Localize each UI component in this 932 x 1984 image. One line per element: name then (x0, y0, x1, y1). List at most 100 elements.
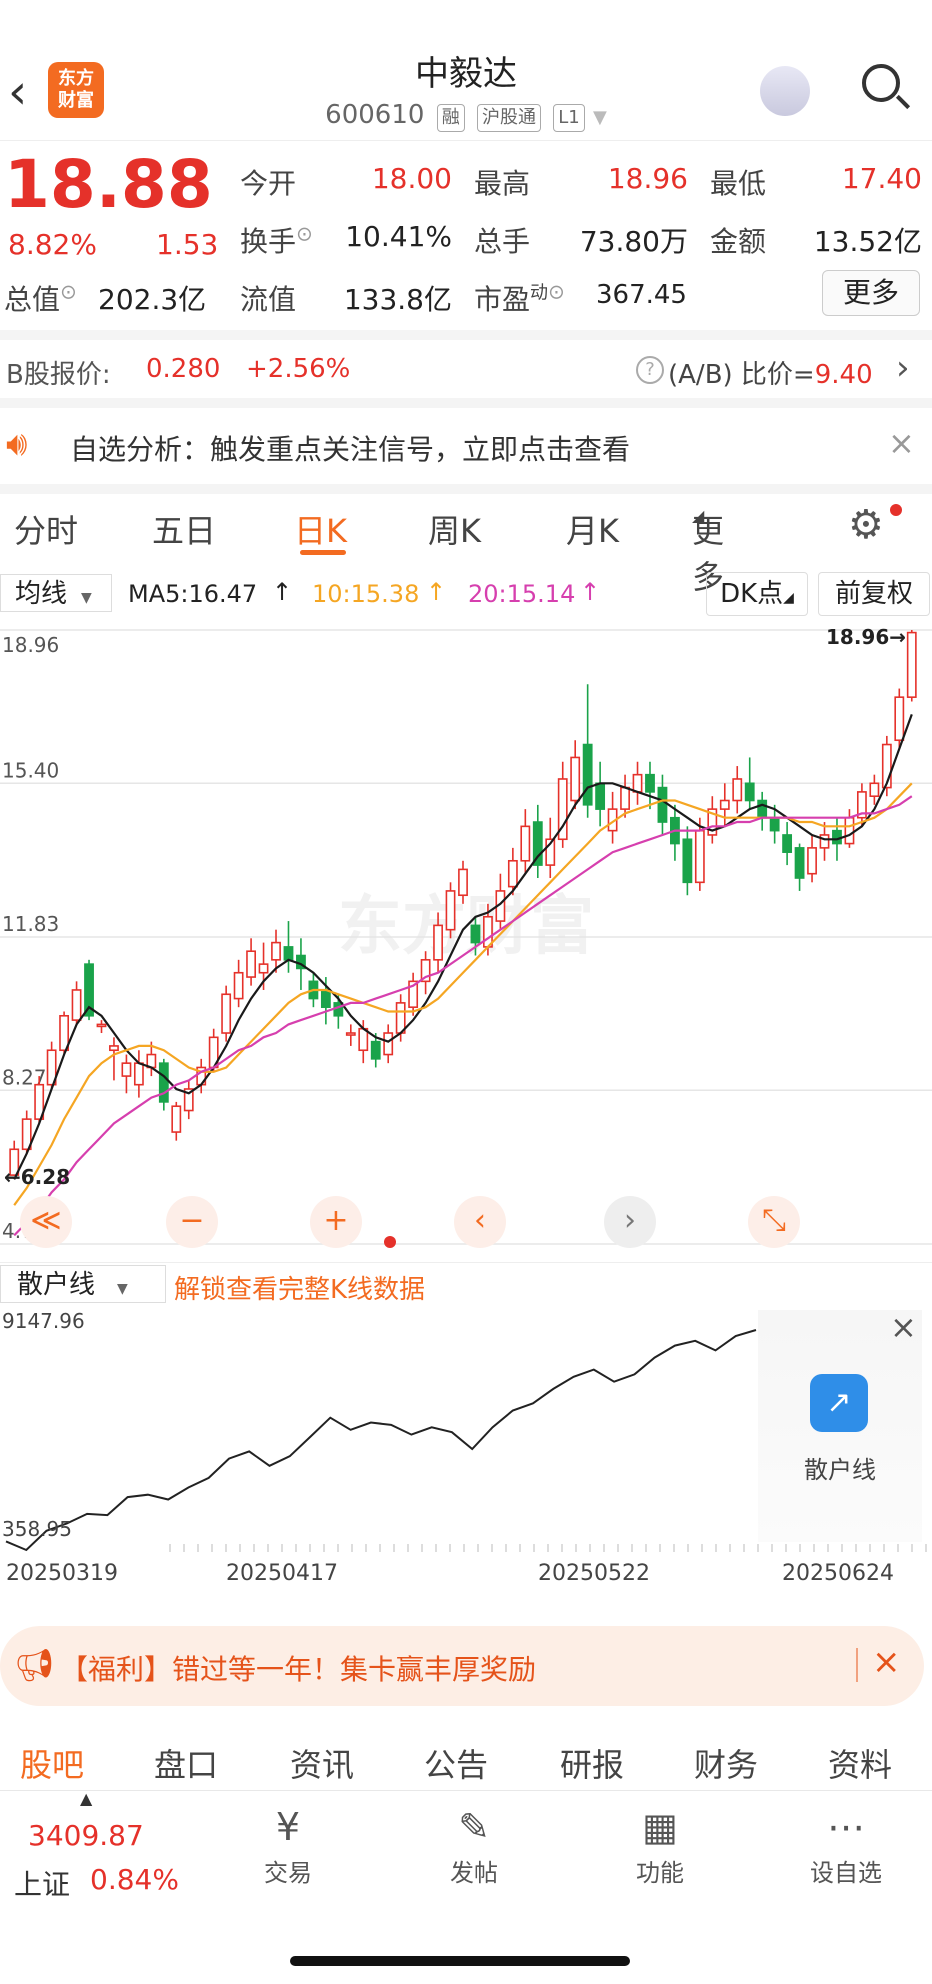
tab-forum[interactable]: 股吧 (20, 1740, 84, 1786)
candle-body (370, 1040, 381, 1060)
candle-body (520, 825, 531, 862)
zoom-in-icon[interactable]: + (310, 1196, 362, 1248)
close-icon[interactable]: × (890, 1308, 917, 1346)
dropdown-icon[interactable]: ▼ (593, 107, 607, 128)
subchart-selector[interactable]: 散户线 ▼ (0, 1265, 166, 1303)
divider (0, 398, 932, 408)
ma-selector[interactable]: 均线 ▼ (0, 574, 112, 612)
tab-monthly-k[interactable]: 月K (566, 506, 619, 552)
candle-body (433, 924, 443, 961)
indicator-bar: 均线 ▼ MA5:16.47 ↑ 10:15.38 ↑ 20:15.14 ↑ DK… (0, 572, 932, 616)
kline-chart[interactable]: 东方财富18.9615.4011.838.274.7018.96→←6.28 (0, 618, 932, 1258)
index-change: 0.84% (90, 1863, 179, 1896)
ma5-legend: MA5:16.47 (128, 580, 258, 608)
candle-body (246, 950, 256, 978)
tab-five-day[interactable]: 五日 (152, 506, 216, 552)
robot-avatar-icon[interactable] (760, 66, 810, 116)
candle-body (233, 971, 244, 1000)
help-icon[interactable]: ? (636, 356, 664, 384)
header: ‹ 东方 财富 中毅达 600610 融 沪股通 L1 ▼ (0, 0, 932, 141)
retail-line-icon: ↗ (810, 1374, 868, 1432)
tab-intraday[interactable]: 分时 (14, 506, 78, 552)
nav-functions[interactable]: ▦ 功能 (590, 1805, 730, 1888)
info-icon[interactable]: ⊙ (60, 280, 77, 304)
tab-weekly-k[interactable]: 周K (428, 506, 481, 552)
nav-post[interactable]: ✎ 发帖 (404, 1805, 544, 1888)
candle-body (869, 782, 880, 798)
info-icon[interactable]: ⊙ (296, 222, 313, 246)
stock-code: 600610 (325, 100, 425, 130)
chevron-left-icon[interactable]: ‹ (454, 1196, 506, 1248)
yen-cycle-icon: ¥ (275, 1805, 301, 1849)
notice-bar[interactable]: 🔊︎ 自选分析：触发重点关注信号，立即点击查看 × (0, 408, 932, 485)
banner-text: 【福利】错过等一年！集卡赢丰厚奖励 (60, 1653, 537, 1686)
tab-announcements[interactable]: 公告 (424, 1740, 488, 1786)
dk-point-label: DK点 (720, 579, 784, 609)
candle-body (657, 786, 668, 823)
index-value[interactable]: 3409.87 (28, 1819, 144, 1852)
ab-ratio-value: 9.40 (814, 360, 873, 390)
candle-body (757, 799, 768, 819)
candle-body (383, 1032, 394, 1056)
nav-post-label: 发帖 (450, 1859, 498, 1887)
nav-add-watchlist[interactable]: ⋯ 设自选 (776, 1805, 916, 1888)
subchart-promo[interactable]: × ↗ 散户线 (758, 1308, 922, 1542)
tab-financials[interactable]: 财务 (694, 1740, 758, 1786)
market-cap-label: 总值⊙ (4, 278, 77, 318)
dk-point-button[interactable]: DK点◢ (706, 572, 808, 616)
tab-orderbook[interactable]: 盘口 (154, 1740, 218, 1786)
candle-body (158, 1062, 169, 1103)
grid-icon: ▦ (642, 1805, 678, 1849)
candle-body (645, 773, 655, 793)
ab-ratio: (A/B) 比价=9.40 (668, 354, 873, 391)
speaker-icon: 🔊︎ (6, 424, 28, 464)
candle-body (458, 868, 468, 897)
candle-body (844, 816, 855, 845)
tab-daily-k[interactable]: 日K (294, 506, 347, 552)
chevron-right-icon[interactable]: › (896, 348, 910, 388)
first-page-icon[interactable]: ≪ (20, 1196, 72, 1248)
bshare-price: 0.280 (146, 354, 221, 384)
subchart-selector-label: 散户线 (17, 1270, 96, 1300)
divider (0, 484, 932, 494)
low-annotation: ←6.28 (4, 1165, 70, 1189)
promo-banner[interactable]: 📢︎ 【福利】错过等一年！集卡赢丰厚奖励 × (0, 1626, 924, 1706)
banner-separator (856, 1648, 858, 1682)
home-indicator (290, 1956, 630, 1966)
close-icon[interactable]: × (888, 424, 915, 462)
unlock-link[interactable]: 解锁查看完整K线数据 (174, 1269, 425, 1306)
tab-news[interactable]: 资讯 (290, 1740, 354, 1786)
bshare-row[interactable]: B股报价: 0.280 +2.56% ? (A/B) 比价=9.40 › (0, 340, 932, 399)
y-max-label: 9147.96 (2, 1309, 85, 1333)
candle-body (171, 1105, 182, 1133)
search-icon[interactable] (862, 64, 900, 102)
chevron-right-icon[interactable]: › (604, 1196, 656, 1248)
turnover-value: 10.41% (345, 220, 452, 253)
tab-research[interactable]: 研报 (560, 1740, 624, 1786)
nav-trade[interactable]: ¥ 交易 (218, 1805, 358, 1888)
candle-body (719, 799, 730, 810)
expand-icon[interactable]: ⤡ (748, 1196, 800, 1248)
adjust-button[interactable]: 前复权 (818, 572, 930, 616)
candle-body (832, 829, 842, 845)
market-cap-value: 202.3亿 (98, 283, 207, 316)
amount-label: 金额 (710, 225, 767, 258)
float-cap-value: 133.8亿 (343, 283, 452, 316)
zoom-out-icon[interactable]: − (166, 1196, 218, 1248)
close-icon[interactable]: × (872, 1642, 901, 1682)
candle-body (445, 890, 456, 931)
ma20-legend: 20:15.14 (468, 580, 576, 608)
info-icon[interactable]: ⊙ (548, 280, 565, 304)
bottom-nav: ▲ 3409.87 上证 0.84% ¥ 交易 ✎ 发帖 ▦ 功能 ⋯ 设自选 (0, 1789, 932, 1911)
candle-body (794, 847, 805, 879)
notice-text: 自选分析：触发重点关注信号，立即点击查看 (70, 433, 631, 466)
divider (0, 330, 932, 340)
gear-icon[interactable]: ⚙ (848, 502, 884, 548)
high-annotation: 18.96→ (826, 625, 906, 649)
tab-profile[interactable]: 资料 (828, 1740, 892, 1786)
float-cap-label: 流值 (240, 283, 297, 316)
candle-body (320, 989, 331, 1008)
candle-body (894, 696, 905, 742)
candle-body (109, 1045, 119, 1052)
more-button[interactable]: 更多 (822, 270, 920, 316)
